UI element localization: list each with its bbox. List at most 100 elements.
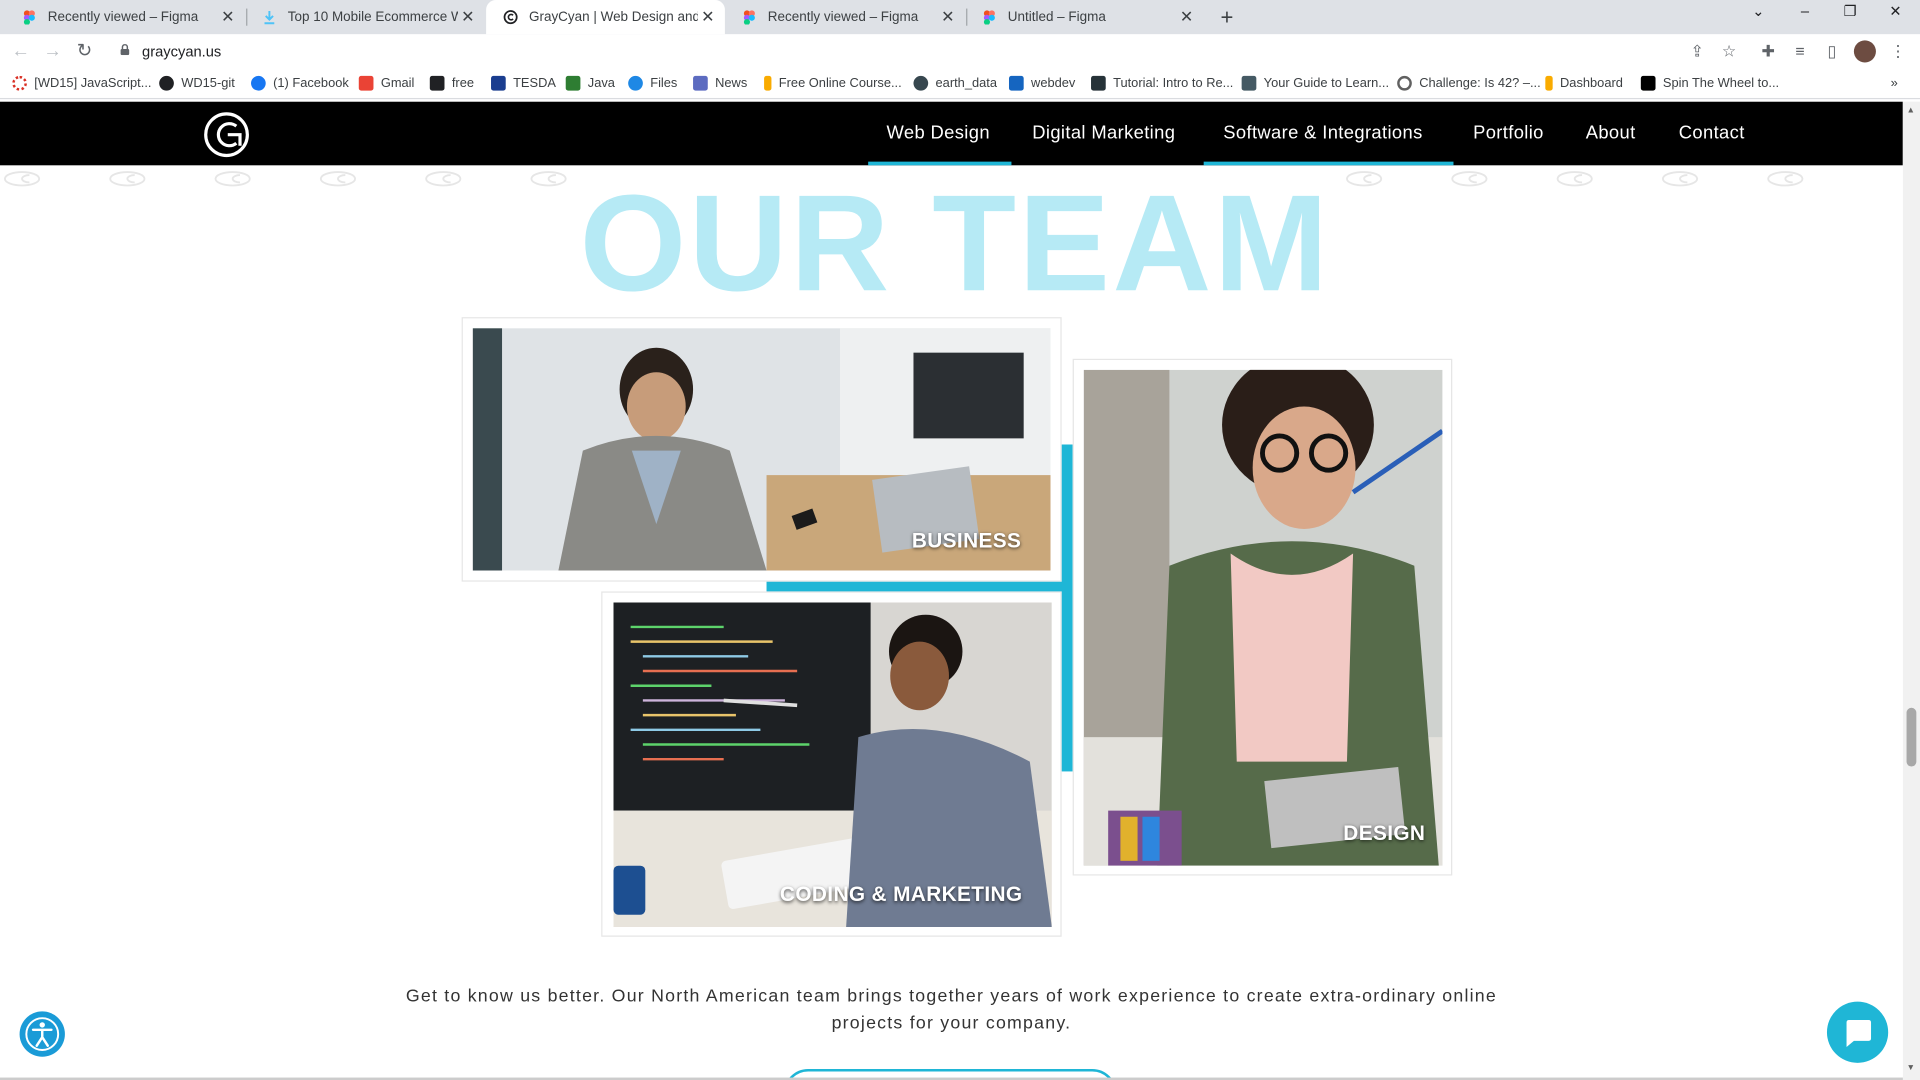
page-scrollbar[interactable]: ▲ ▼ [1902,101,1920,1080]
more-bookmarks-button[interactable]: » [1891,76,1898,91]
tab-figma-recent-1[interactable]: Recently viewed – Figma ✕ [5,0,245,34]
bookmark-item[interactable]: Free Online Course... [764,75,902,91]
nav-digital-marketing[interactable]: Digital Marketing [1032,122,1175,143]
team-card-business[interactable]: BUSINESS [461,317,1062,582]
chat-button[interactable] [1826,1001,1889,1063]
browser-window: Recently viewed – Figma ✕ Top 10 Mobile … [0,0,1920,1080]
watermark-logo-icon [1661,171,1699,187]
share-icon[interactable]: ⇪ [1687,42,1707,62]
github-icon [159,75,174,91]
tab-mobile-ecommerce[interactable]: Top 10 Mobile Ecommerce Webs ✕ [245,0,485,34]
bookmark-item[interactable]: TESDA [491,75,556,91]
bookmark-item[interactable]: free [429,75,474,91]
watermark-logo-icon [109,171,146,187]
watermark-logo-icon [214,171,251,187]
figma-icon [742,10,757,26]
lock-icon [120,44,130,56]
new-tab-button[interactable]: + [1215,5,1239,31]
restore-icon[interactable]: ❐ [1832,2,1869,19]
profile-avatar[interactable] [1853,40,1876,63]
close-window-icon[interactable]: ✕ [1877,2,1914,19]
nav-about[interactable]: About [1586,122,1636,143]
bookmark-item[interactable]: Challenge: Is 42? –... [1397,75,1541,91]
nav-portfolio[interactable]: Portfolio [1473,122,1544,143]
bookmark-favicon-icon [1091,75,1106,91]
bookmark-item[interactable]: [WD15] JavaScript... [12,75,151,91]
card-label-coding-marketing: CODING & MARKETING [779,882,1023,907]
bookmark-favicon-icon [764,75,772,91]
coding-photo-illustration [613,602,1052,927]
globe-icon [913,75,929,91]
watermark-logo-icon [3,171,41,187]
bookmark-item[interactable]: Java [565,75,615,91]
card-label-design: DESIGN [1343,821,1426,845]
tab-search-icon[interactable]: ⌄ [1740,2,1777,19]
nav-software-integrations[interactable]: Software & Integrations [1223,122,1422,143]
bookmark-star-icon[interactable]: ☆ [1719,42,1739,62]
figma-icon [22,10,37,26]
bookmark-favicon-icon [1397,75,1412,91]
bookmark-item[interactable]: News [693,75,747,91]
tab-graycyan[interactable]: GrayCyan | Web Design and SEO ✕ [486,0,725,35]
tab-title: Top 10 Mobile Ecommerce Webs [287,9,458,25]
figma-icon [982,10,997,26]
bookmark-item[interactable]: Files [628,75,677,91]
url-text: graycyan.us [142,42,222,61]
minimize-icon[interactable]: – [1787,2,1824,19]
tab-figma-untitled[interactable]: Untitled – Figma ✕ [965,0,1204,34]
accessibility-icon [25,1017,60,1051]
bookmarks-bar: [WD15] JavaScript... WD15-git (1) Facebo… [0,69,1920,100]
team-card-coding-marketing[interactable]: CODING & MARKETING [601,591,1062,937]
team-card-design[interactable]: DESIGN [1072,358,1453,876]
nav-contact[interactable]: Contact [1679,122,1745,143]
forward-icon[interactable]: → [42,40,64,62]
bookmark-item[interactable]: webdev [1008,75,1075,91]
bookmark-item[interactable]: earth_data [913,75,997,91]
watermark-logo-icon [1556,171,1593,187]
bookmark-favicon-icon [1640,75,1656,91]
bookmark-item[interactable]: (1) Facebook [251,75,349,91]
back-icon[interactable]: ← [10,40,32,62]
scrollbar-thumb[interactable] [1906,707,1917,767]
address-bar[interactable]: graycyan.us [107,36,1749,67]
close-tab-icon[interactable]: ✕ [938,7,958,27]
bookmark-favicon-icon [1241,75,1257,91]
close-tab-icon[interactable]: ✕ [1177,7,1197,27]
bookmark-item[interactable]: Spin The Wheel to... [1640,75,1779,91]
business-photo: BUSINESS [472,328,1051,571]
scroll-up-icon[interactable]: ▲ [1907,107,1915,116]
our-team-heading: OUR TEAM [579,166,1331,320]
bookmark-item[interactable]: Dashboard [1545,75,1623,91]
bookmark-item[interactable]: WD15-git [159,75,235,91]
bookmark-item[interactable]: Your Guide to Learn... [1241,75,1389,91]
browser-toolbar: ← → ↻ graycyan.us ⇪ ☆ ✚ ≡ ▯ ⋮ [0,34,1920,70]
tab-title: Recently viewed – Figma [47,9,199,25]
tab-title: Untitled – Figma [1007,9,1106,25]
close-tab-icon[interactable]: ✕ [458,7,478,27]
reading-list-icon[interactable]: ≡ [1790,42,1810,62]
reload-icon[interactable]: ↻ [73,40,95,62]
download-icon [262,10,277,25]
side-panel-icon[interactable]: ▯ [1822,42,1842,62]
chat-icon [1846,1020,1872,1047]
tab-title: GrayCyan | Web Design and SEO [528,9,698,25]
design-photo-illustration [1083,369,1443,866]
bookmark-item[interactable]: Gmail [358,75,414,91]
bookmark-item[interactable]: Tutorial: Intro to Re... [1091,75,1233,91]
menu-icon[interactable]: ⋮ [1888,42,1908,62]
watermark-logo-icon [1767,171,1804,187]
extensions-icon[interactable]: ✚ [1758,42,1778,62]
scroll-down-icon[interactable]: ▼ [1907,1064,1915,1073]
close-tab-icon[interactable]: ✕ [698,7,718,27]
bookmark-favicon-icon [12,75,27,91]
coding-photo: CODING & MARKETING [613,602,1052,927]
design-photo: DESIGN [1083,369,1443,866]
bookmark-favicon-icon [693,75,708,91]
facebook-icon [251,75,266,91]
accessibility-button[interactable] [19,1011,65,1057]
graycyan-logo[interactable] [201,111,257,158]
nav-web-design[interactable]: Web Design [887,122,990,143]
site-navbar: Web Design Digital Marketing Software & … [0,101,1903,166]
close-tab-icon[interactable]: ✕ [218,7,238,27]
tab-figma-recent-2[interactable]: Recently viewed – Figma ✕ [725,0,965,34]
